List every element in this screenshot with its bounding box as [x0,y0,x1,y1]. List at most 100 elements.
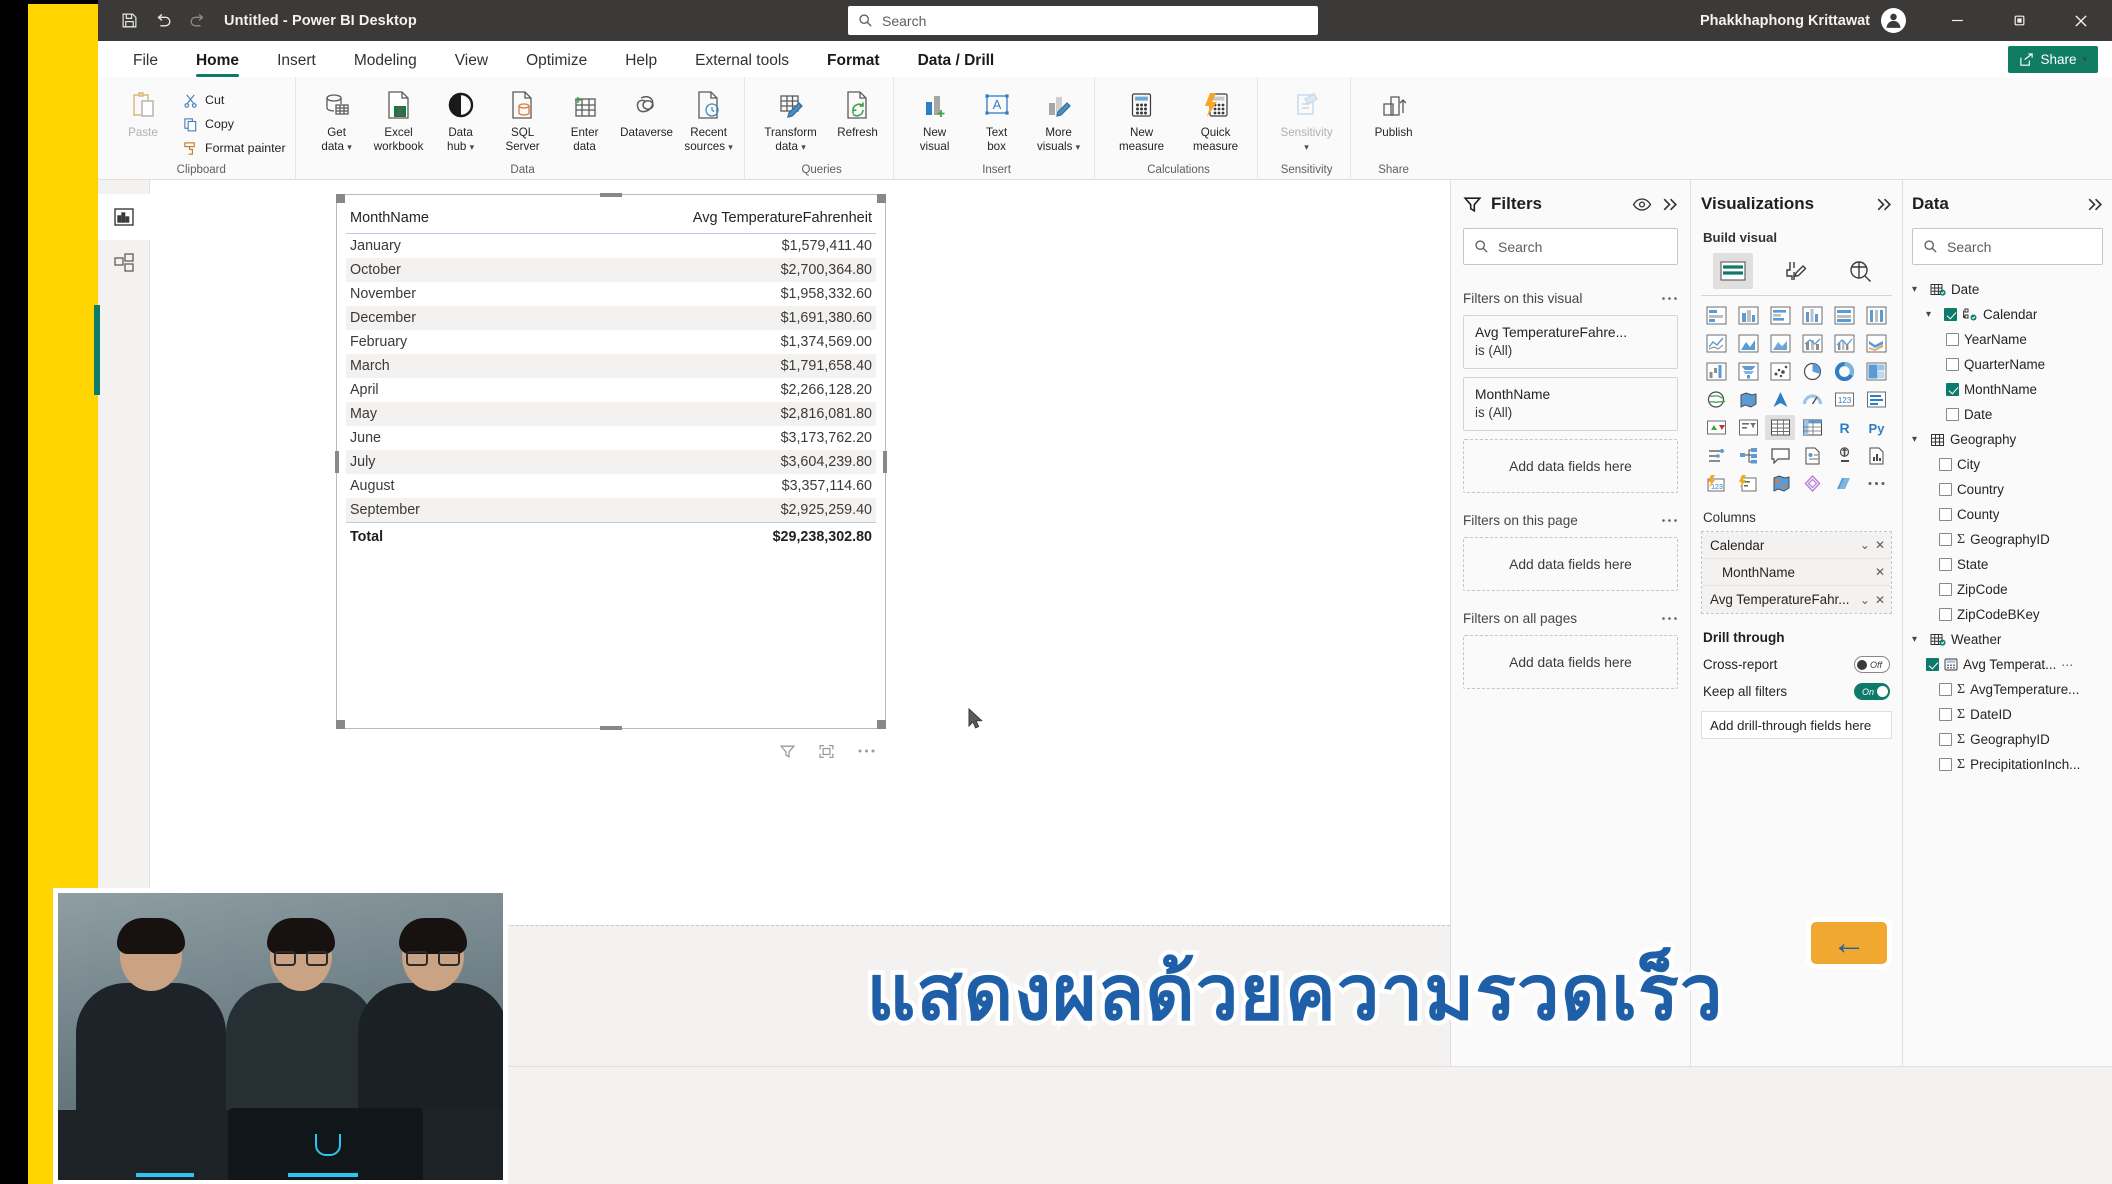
chevron-down-icon[interactable]: ▾ [1912,634,1925,645]
collapse-data-pane-icon[interactable] [2086,197,2103,212]
checkbox-geographyid[interactable] [1939,533,1952,546]
table-row[interactable]: November $1,958,332.60 [346,282,876,306]
more-options-icon[interactable] [1661,296,1678,301]
ribbon-tab-optimize[interactable]: Optimize [507,52,606,77]
resize-handle-left-middle[interactable] [335,450,339,473]
drill-through-dropzone[interactable]: Add drill-through fields here [1701,711,1892,739]
filters-search-input[interactable]: Search [1463,228,1678,265]
remove-field-icon[interactable]: ✕ [1870,593,1885,607]
gallery-paginated-report[interactable] [1862,443,1892,468]
gallery-100-stacked-column-chart[interactable] [1862,303,1892,328]
tree-field-quartername[interactable]: QuarterName [1912,352,2103,377]
tree-field-zipcode[interactable]: ZipCode [1912,577,2103,602]
more-options-icon[interactable] [1661,518,1678,523]
copy-button[interactable]: Copy [178,113,291,135]
data-hub-button[interactable]: Data hub ▾ [430,83,492,153]
columns-well[interactable]: Calendar ⌄ ✕ MonthName ✕ Avg Temperature… [1701,531,1892,614]
cut-button[interactable]: Cut [178,89,291,111]
tree-table-geography[interactable]: ▾ Geography [1912,427,2103,452]
checkbox-precipitationinches[interactable] [1939,758,1952,771]
checkbox-dateid[interactable] [1939,708,1952,721]
gallery-q-and-a[interactable] [1765,443,1795,468]
resize-handle-bottom-left[interactable] [336,720,345,729]
filter-dropzone-all-pages[interactable]: Add data fields here [1463,635,1678,689]
gallery-clustered-bar-chart[interactable] [1765,303,1795,328]
minimize-button[interactable] [1926,0,1988,41]
enter-data-button[interactable]: Enter data [554,83,616,153]
checkbox-country[interactable] [1939,483,1952,496]
gallery-map[interactable] [1701,387,1731,412]
gallery-stacked-bar-chart[interactable] [1701,303,1731,328]
tree-field-yearname[interactable]: YearName [1912,327,2103,352]
table-row[interactable]: June $3,173,762.20 [346,426,876,450]
table-row[interactable]: August $3,357,114.60 [346,474,876,498]
filter-card[interactable]: Avg TemperatureFahre... is (All) [1463,315,1678,369]
gallery-line-clustered-column-chart[interactable] [1830,331,1860,356]
tree-field-monthname[interactable]: MonthName [1912,377,2103,402]
sidebar-item-report-view[interactable] [98,194,150,240]
tree-field-avgtemperature[interactable]: Σ AvgTemperature... [1912,677,2103,702]
gallery-card[interactable]: 123 [1830,387,1860,412]
tree-field-geographyid[interactable]: Σ GeographyID [1912,527,2103,552]
chevron-down-icon[interactable]: ▾ [1912,434,1925,445]
gallery-stacked-area-chart[interactable] [1765,331,1795,356]
gallery-deneb[interactable] [1797,471,1827,496]
gallery-donut-chart[interactable] [1830,359,1860,384]
share-button[interactable]: Share ▾ [2008,46,2098,73]
publish-button[interactable]: Publish [1361,83,1427,140]
dataverse-button[interactable]: Dataverse [616,83,678,140]
table-row[interactable]: May $2,816,081.80 [346,402,876,426]
resize-handle-top-right[interactable] [877,194,886,203]
more-options-icon[interactable] [857,748,876,754]
checkbox-state[interactable] [1939,558,1952,571]
tree-field-country[interactable]: Country [1912,477,2103,502]
filter-icon[interactable] [779,743,796,760]
chevron-down-icon[interactable]: ▾ [1912,284,1925,295]
table-row[interactable]: February $1,374,569.00 [346,330,876,354]
table-row[interactable]: July $3,604,239.80 [346,450,876,474]
tab-format-visual[interactable] [1776,253,1816,289]
gallery-python-visual[interactable]: Py [1862,415,1892,440]
gallery-narrative[interactable] [1797,443,1827,468]
checkbox-zipcode[interactable] [1939,583,1952,596]
table-visual[interactable]: MonthName Avg TemperatureFahrenheit Janu… [335,193,887,730]
more-options-icon[interactable] [1661,616,1678,621]
resize-handle-bottom-right[interactable] [877,720,886,729]
checkbox-avg-temperature[interactable] [1926,658,1939,671]
chevron-down-icon[interactable]: ▾ [1926,309,1939,320]
gallery-matrix[interactable] [1797,415,1827,440]
gallery-power-automate[interactable] [1733,471,1763,496]
ribbon-tab-file[interactable]: File [114,52,177,77]
tree-field-city[interactable]: City [1912,452,2103,477]
ribbon-tab-home[interactable]: Home [177,52,258,77]
gallery-funnel-chart[interactable] [1733,359,1763,384]
tree-hierarchy-calendar[interactable]: ▾ Calendar [1912,302,2103,327]
transform-data-button[interactable]: Transform data ▾ [755,83,827,153]
resize-handle-right-middle[interactable] [883,450,887,473]
checkbox-date[interactable] [1946,408,1959,421]
account-area[interactable]: Phakkhaphong Krittawat [1700,0,1906,41]
well-field-monthname[interactable]: MonthName ✕ [1702,559,1891,586]
tree-field-precipitationinches[interactable]: Σ PrecipitationInch... [1912,752,2103,777]
new-visual-button[interactable]: New visual [904,83,966,153]
chevron-down-icon[interactable]: ⌄ [1855,538,1870,552]
well-field-avg-temperature[interactable]: Avg TemperatureFahr... ⌄ ✕ [1702,586,1891,613]
gallery-power-apps[interactable]: 123 [1701,471,1731,496]
gallery-table[interactable] [1765,415,1796,440]
tree-field-weather-geographyid[interactable]: Σ GeographyID [1912,727,2103,752]
more-visuals-button[interactable]: More visuals ▾ [1028,83,1090,153]
gallery-multi-row-card[interactable] [1862,387,1892,412]
gallery-more-visuals[interactable] [1862,471,1892,496]
tab-analytics[interactable] [1840,253,1880,289]
ribbon-tab-insert[interactable]: Insert [258,52,335,77]
sidebar-item-model-view[interactable] [98,240,150,286]
table-row[interactable]: March $1,791,658.40 [346,354,876,378]
tree-field-zipcodebkey[interactable]: ZipCodeBKey [1912,602,2103,627]
well-field-calendar[interactable]: Calendar ⌄ ✕ [1702,532,1891,559]
column-header-monthname[interactable]: MonthName [346,205,515,234]
new-measure-button[interactable]: New measure [1105,83,1179,153]
gallery-clustered-column-chart[interactable] [1797,303,1827,328]
chevron-down-icon[interactable]: ⌄ [1855,593,1870,607]
tree-field-dateid[interactable]: Σ DateID [1912,702,2103,727]
checkbox-quartername[interactable] [1946,358,1959,371]
